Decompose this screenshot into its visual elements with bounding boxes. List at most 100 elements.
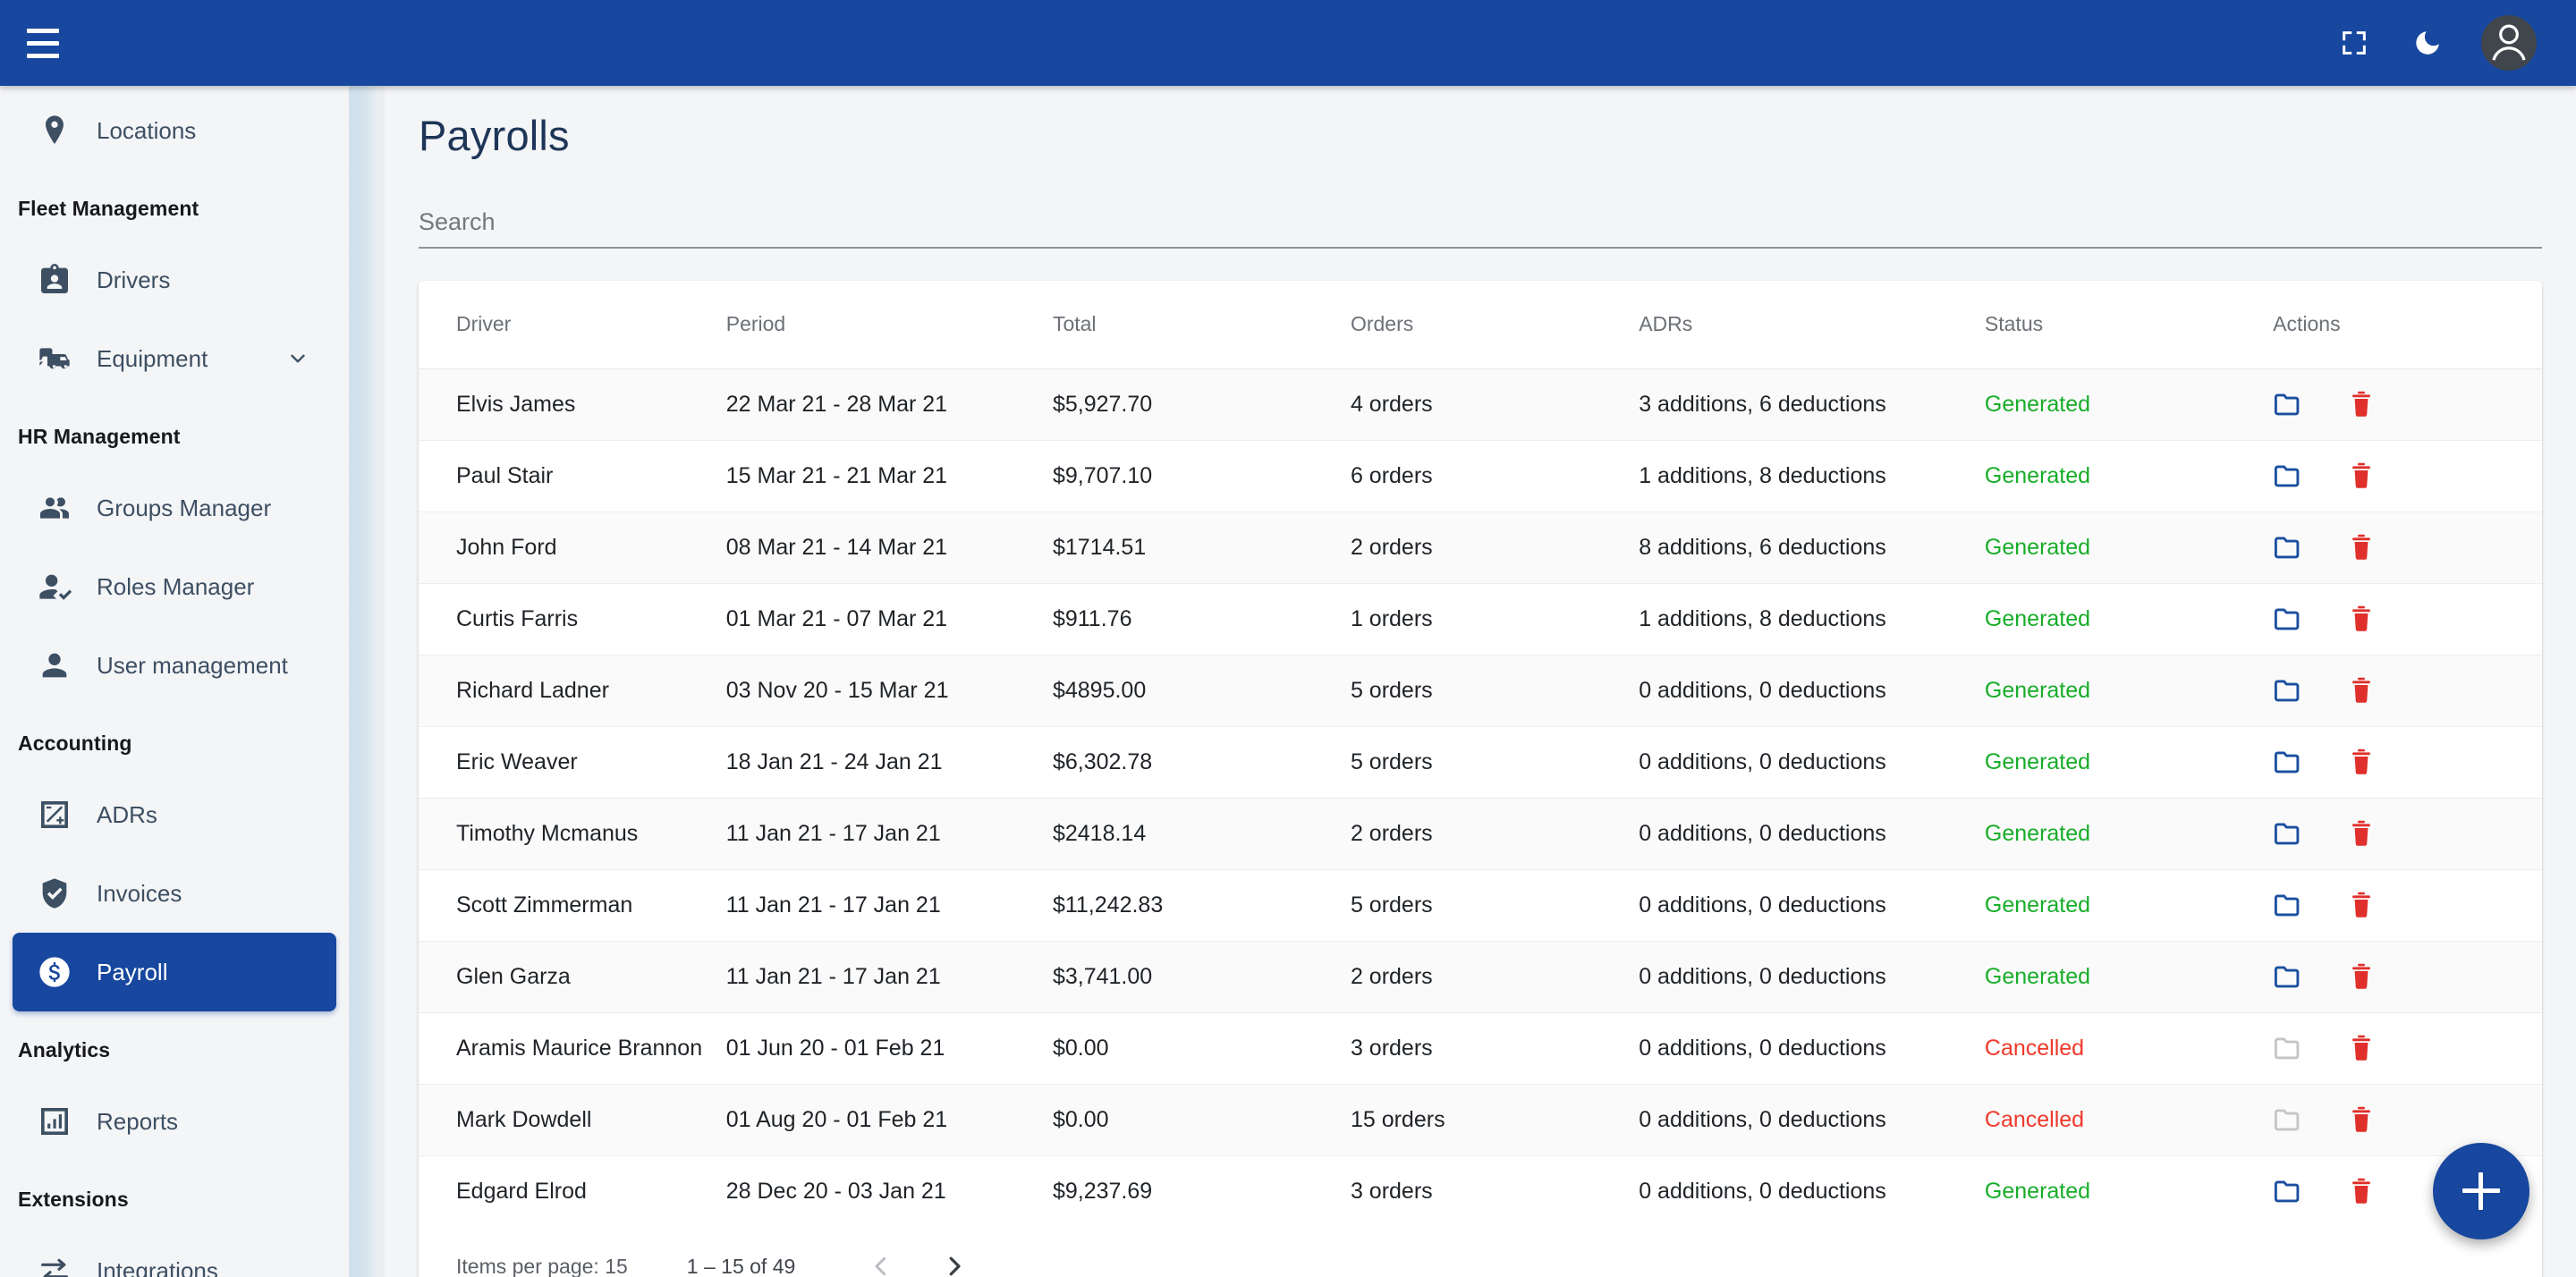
main-content: Payrolls Driver Period Total Orders ADRs… [385,86,2576,1277]
user-avatar-icon[interactable] [2481,15,2537,71]
sidebar-navigation: LocationsFleet Management Drivers Equipmen… [0,86,349,1277]
sidebar-item-adrs[interactable]: ADRs [13,775,336,854]
cell-driver: Elvis James [419,368,726,440]
sidebar-item-groups-manager[interactable]: Groups Manager [13,469,336,547]
status-badge: Generated [1985,869,2273,941]
cell-actions [2273,726,2542,798]
sidebar-item-invoices[interactable]: Invoices [13,854,336,933]
cell-total: $0.00 [1053,1084,1351,1155]
trash-icon[interactable] [2346,961,2377,992]
dark-mode-moon-icon[interactable] [2408,23,2447,63]
cell-total: $1714.51 [1053,512,1351,583]
table-row[interactable]: Aramis Maurice Brannon01 Jun 20 - 01 Feb… [419,1012,2542,1084]
swap-arrows-icon [36,1252,73,1277]
row-actions [2273,961,2542,992]
trash-icon[interactable] [2346,389,2377,419]
table-row[interactable]: Eric Weaver18 Jan 21 - 24 Jan 21$6,302.7… [419,726,2542,798]
table-row[interactable]: Richard Ladner03 Nov 20 - 15 Mar 21$4895… [419,655,2542,726]
previous-page-button[interactable] [852,1238,910,1277]
sidebar-section-accounting: Accounting [0,705,349,775]
sidebar-item-equipment[interactable]: Equipment [13,319,336,398]
fullscreen-icon[interactable] [2334,23,2374,63]
column-header-actions: Actions [2273,281,2542,368]
hamburger-menu-icon[interactable] [0,0,86,86]
cell-actions [2273,512,2542,583]
sidebar-item-user-management[interactable]: User management [13,626,336,705]
table-row[interactable]: Edgard Elrod28 Dec 20 - 03 Jan 21$9,237.… [419,1155,2542,1227]
sidebar-item-locations[interactable]: Locations [13,91,336,170]
bar-chart-icon [36,1103,73,1140]
sidebar-item-drivers[interactable]: Drivers [13,241,336,319]
table-row[interactable]: Curtis Farris01 Mar 21 - 07 Mar 21$911.7… [419,583,2542,655]
row-actions [2273,890,2542,920]
trash-icon[interactable] [2346,1176,2377,1206]
sidebar-item-label: ADRs [97,801,157,829]
table-row[interactable]: Paul Stair15 Mar 21 - 21 Mar 21$9,707.10… [419,440,2542,512]
trash-icon[interactable] [2346,747,2377,777]
folder-icon[interactable] [2273,890,2303,920]
row-actions [2273,389,2542,419]
cell-total: $2418.14 [1053,798,1351,869]
search-field-wrapper [419,203,2542,249]
cell-orders: 3 orders [1351,1012,1639,1084]
cell-driver: Edgard Elrod [419,1155,726,1227]
folder-icon[interactable] [2273,961,2303,992]
sidebar-item-roles-manager[interactable]: Roles Manager [13,547,336,626]
status-badge: Generated [1985,368,2273,440]
folder-icon [2273,1104,2303,1135]
sidebar-item-payroll[interactable]: Payroll [13,933,336,1011]
trash-icon[interactable] [2346,1033,2377,1063]
cell-total: $9,707.10 [1053,440,1351,512]
status-badge: Generated [1985,512,2273,583]
cell-driver: Curtis Farris [419,583,726,655]
cell-total: $5,927.70 [1053,368,1351,440]
sidebar-item-label: Integrations [97,1257,218,1277]
sidebar-item-label: Drivers [97,266,170,294]
table-row[interactable]: Glen Garza11 Jan 21 - 17 Jan 21$3,741.00… [419,941,2542,1012]
sidebar-section-fleet-management: Fleet Management [0,170,349,241]
dollar-circle-icon [36,953,73,991]
trash-icon[interactable] [2346,818,2377,849]
sidebar-item-reports[interactable]: Reports [13,1082,336,1161]
cell-period: 08 Mar 21 - 14 Mar 21 [726,512,1053,583]
search-input[interactable] [419,203,2542,247]
table-row[interactable]: John Ford08 Mar 21 - 14 Mar 21$1714.512 … [419,512,2542,583]
next-page-button[interactable] [926,1238,983,1277]
folder-icon[interactable] [2273,1176,2303,1206]
folder-icon[interactable] [2273,461,2303,491]
cell-adrs: 0 additions, 0 deductions [1639,1155,1985,1227]
trash-icon[interactable] [2346,604,2377,634]
cell-orders: 6 orders [1351,440,1639,512]
table-row[interactable]: Elvis James22 Mar 21 - 28 Mar 21$5,927.7… [419,368,2542,440]
row-actions [2273,1104,2542,1135]
folder-icon[interactable] [2273,532,2303,562]
folder-icon[interactable] [2273,818,2303,849]
cell-driver: Timothy Mcmanus [419,798,726,869]
table-row[interactable]: Timothy Mcmanus11 Jan 21 - 17 Jan 21$241… [419,798,2542,869]
cell-total: $911.76 [1053,583,1351,655]
table-row[interactable]: Scott Zimmerman11 Jan 21 - 17 Jan 21$11,… [419,869,2542,941]
cell-actions [2273,798,2542,869]
add-payroll-fab[interactable] [2433,1143,2529,1239]
trash-icon[interactable] [2346,890,2377,920]
folder-icon[interactable] [2273,604,2303,634]
cell-adrs: 0 additions, 0 deductions [1639,655,1985,726]
cell-orders: 5 orders [1351,726,1639,798]
table-row[interactable]: Mark Dowdell01 Aug 20 - 01 Feb 21$0.0015… [419,1084,2542,1155]
folder-icon[interactable] [2273,389,2303,419]
status-badge: Generated [1985,1155,2273,1227]
cell-adrs: 3 additions, 6 deductions [1639,368,1985,440]
folder-icon[interactable] [2273,675,2303,706]
column-header-status: Status [1985,281,2273,368]
trash-icon[interactable] [2346,532,2377,562]
location-pin-icon [36,112,73,149]
sidebar-item-integrations[interactable]: Integrations [13,1231,336,1277]
sidebar-section-hr-management: HR Management [0,398,349,469]
trash-icon[interactable] [2346,461,2377,491]
cell-actions [2273,368,2542,440]
trash-icon[interactable] [2346,675,2377,706]
folder-icon[interactable] [2273,747,2303,777]
trash-icon[interactable] [2346,1104,2377,1135]
chevron-down-icon[interactable] [286,347,309,370]
sidebar-scroll-gutter[interactable] [349,86,377,1277]
